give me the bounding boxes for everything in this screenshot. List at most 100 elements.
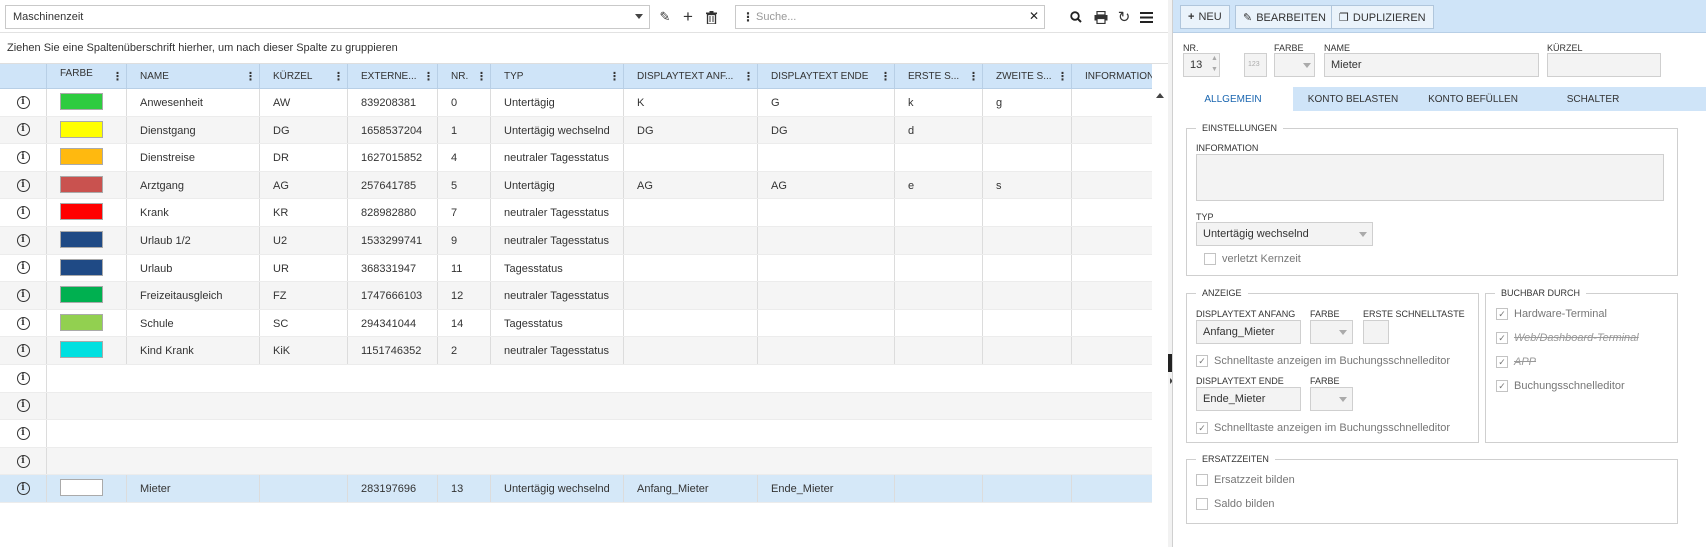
search-button[interactable] bbox=[1064, 5, 1088, 29]
row-info-cell[interactable]: i bbox=[0, 226, 47, 254]
column-menu-icon[interactable]: ⋮ bbox=[743, 70, 754, 83]
search-field[interactable]: ⋮ Suche... ✕ bbox=[735, 5, 1045, 29]
web-terminal-checkbox[interactable]: ✓ Web/Dashboard-Terminal bbox=[1496, 332, 1639, 344]
row-info-cell[interactable]: i bbox=[0, 171, 47, 199]
row-info-cell[interactable]: i bbox=[0, 337, 47, 364]
column-menu-icon[interactable]: ⋮ bbox=[880, 70, 891, 83]
stepper-down-icon[interactable]: ▼ bbox=[1211, 66, 1218, 73]
schnelltaste-anzeigen2-checkbox[interactable]: ✓ Schnelltaste anzeigen im Buchungsschne… bbox=[1196, 422, 1450, 434]
table-row[interactable]: i Urlaub UR 368331947 11 Tagesstatus bbox=[0, 254, 1152, 283]
displaytext-anfang-field[interactable]: Anfang_Mieter bbox=[1196, 320, 1301, 344]
anzeige-farbe-picker[interactable] bbox=[1310, 320, 1353, 344]
column-header-zweite[interactable]: Zweite S... ⋮ bbox=[983, 64, 1072, 88]
view-select[interactable]: Maschinenzeit bbox=[5, 5, 650, 29]
column-header-information[interactable]: Information bbox=[1072, 64, 1152, 88]
duplicate-button[interactable]: ❐ Duplizieren bbox=[1331, 5, 1434, 29]
kuerzel-field[interactable] bbox=[1547, 53, 1661, 77]
row-info-cell[interactable]: i bbox=[0, 116, 47, 144]
table-row[interactable]: i Krank KR 828982880 7 neutraler Tagesstatus bbox=[0, 199, 1152, 227]
column-header-kuerzel[interactable]: Kürzel ⋮ bbox=[260, 64, 348, 88]
menu-button[interactable] bbox=[1134, 5, 1158, 29]
column-menu-icon[interactable]: ⋮ bbox=[333, 70, 344, 83]
table-row[interactable]: i Arztgang AG 257641785 5 Untertägig AG AG e s bbox=[0, 171, 1152, 200]
table-row[interactable]: i Kind Krank KiK 1151746352 2 neutraler Tages… bbox=[0, 337, 1152, 365]
row-info-cell[interactable]: i bbox=[0, 89, 47, 116]
kernzeit-checkbox[interactable]: verletzt Kernzeit bbox=[1204, 253, 1301, 265]
ersatzzeit-bilden-checkbox[interactable]: Ersatzzeit bilden bbox=[1196, 474, 1295, 486]
info-icon[interactable]: i bbox=[16, 206, 30, 220]
column-header-name[interactable]: Name ⋮ bbox=[127, 64, 260, 88]
table-row[interactable]: i Dienstgang DG 1658537204 1 Untertägig wechs… bbox=[0, 116, 1152, 145]
info-icon[interactable]: i bbox=[16, 178, 30, 192]
info-icon[interactable]: i bbox=[16, 426, 30, 440]
column-header-ende[interactable]: Displaytext Ende ⋮ bbox=[758, 64, 895, 88]
table-row[interactable]: i Urlaub 1/2 U2 1533299741 9 neutraler Tagess… bbox=[0, 226, 1152, 255]
table-row[interactable]: i Mieter 283197696 13 Untertägig wechselnd An… bbox=[0, 475, 1152, 503]
column-menu-icon[interactable]: ⋮ bbox=[609, 70, 620, 83]
row-info-cell[interactable]: i bbox=[0, 475, 47, 502]
scroll-up-icon[interactable] bbox=[1156, 93, 1164, 98]
tab-allgemein[interactable]: Allgemein bbox=[1173, 87, 1293, 111]
row-info-cell[interactable]: i bbox=[0, 282, 47, 309]
anzeige-farbe2-picker[interactable] bbox=[1310, 387, 1353, 411]
print-button[interactable] bbox=[1089, 5, 1113, 29]
column-header-farbe[interactable]: Farbe ⋮ bbox=[47, 64, 127, 88]
table-row[interactable]: i bbox=[0, 447, 1152, 476]
tab-konto-belasten[interactable]: Konto belasten bbox=[1293, 87, 1413, 111]
typ-select[interactable]: Untertägig wechselnd bbox=[1196, 222, 1373, 246]
row-info-cell[interactable]: i bbox=[0, 447, 47, 475]
column-header-typ[interactable]: Typ ⋮ bbox=[491, 64, 624, 88]
search-options-icon[interactable]: ⋮ bbox=[742, 10, 754, 24]
information-field[interactable] bbox=[1196, 154, 1664, 201]
hardware-terminal-checkbox[interactable]: ✓ Hardware-Terminal bbox=[1496, 308, 1607, 320]
clear-icon[interactable]: ✕ bbox=[1029, 9, 1039, 23]
table-row[interactable]: i Schule SC 294341044 14 Tagesstatus bbox=[0, 309, 1152, 338]
row-info-cell[interactable]: i bbox=[0, 420, 47, 447]
column-menu-icon[interactable]: ⋮ bbox=[245, 70, 256, 83]
displaytext-ende-field[interactable]: Ende_Mieter bbox=[1196, 387, 1301, 411]
row-info-cell[interactable]: i bbox=[0, 309, 47, 337]
info-icon[interactable]: i bbox=[16, 454, 30, 468]
farbe-picker[interactable] bbox=[1274, 53, 1315, 77]
row-info-cell[interactable]: i bbox=[0, 364, 47, 392]
vertical-scrollbar[interactable] bbox=[1152, 89, 1168, 509]
info-icon[interactable]: i bbox=[16, 123, 30, 137]
refresh-button[interactable]: ↻ bbox=[1112, 5, 1136, 29]
info-icon[interactable]: i bbox=[16, 482, 30, 496]
name-field[interactable]: Mieter bbox=[1324, 53, 1539, 77]
edit-view-button[interactable]: ✎ bbox=[653, 5, 677, 29]
column-header-extern[interactable]: Externe... ⋮ bbox=[348, 64, 438, 88]
column-header-nr[interactable]: Nr. ⋮ bbox=[438, 64, 491, 88]
saldo-bilden-checkbox[interactable]: Saldo bilden bbox=[1196, 498, 1275, 510]
info-icon[interactable]: i bbox=[16, 233, 30, 247]
edit-button[interactable]: ✎ Bearbeiten bbox=[1235, 5, 1334, 29]
column-menu-icon[interactable]: ⋮ bbox=[968, 70, 979, 83]
delete-view-button[interactable] bbox=[699, 5, 723, 29]
row-info-cell[interactable]: i bbox=[0, 144, 47, 171]
table-row[interactable]: i Anwesenheit AW 839208381 0 Untertägig K Gk g bbox=[0, 89, 1152, 117]
add-view-button[interactable]: + bbox=[676, 5, 700, 29]
column-menu-icon[interactable]: ⋮ bbox=[1057, 70, 1068, 83]
table-row[interactable]: i bbox=[0, 364, 1152, 393]
new-button[interactable]: + Neu bbox=[1180, 5, 1230, 29]
column-header-info[interactable] bbox=[0, 64, 47, 88]
erste-schnelltaste-field[interactable] bbox=[1363, 320, 1389, 344]
column-header-anfang[interactable]: Displaytext Anf... ⋮ bbox=[624, 64, 758, 88]
table-row[interactable]: i bbox=[0, 420, 1152, 448]
group-by-hint[interactable]: Ziehen Sie eine Spaltenüberschrift hierh… bbox=[0, 33, 1168, 64]
buchungsschnelleditor-checkbox[interactable]: ✓ Buchungsschnelleditor bbox=[1496, 380, 1625, 392]
info-icon[interactable]: i bbox=[16, 95, 30, 109]
column-menu-icon[interactable]: ⋮ bbox=[112, 70, 123, 83]
row-info-cell[interactable]: i bbox=[0, 392, 47, 420]
info-icon[interactable]: i bbox=[16, 344, 30, 358]
info-icon[interactable]: i bbox=[16, 150, 30, 164]
column-menu-icon[interactable]: ⋮ bbox=[423, 70, 434, 83]
row-info-cell[interactable]: i bbox=[0, 199, 47, 226]
info-icon[interactable]: i bbox=[16, 288, 30, 302]
info-icon[interactable]: i bbox=[16, 261, 30, 275]
table-row[interactable]: i bbox=[0, 392, 1152, 421]
table-row[interactable]: i Freizeitausgleich FZ 1747666103 12 neutrale… bbox=[0, 282, 1152, 310]
info-icon[interactable]: i bbox=[16, 399, 30, 413]
column-menu-icon[interactable]: ⋮ bbox=[476, 70, 487, 83]
schnelltaste-anzeigen-checkbox[interactable]: ✓ Schnelltaste anzeigen im Buchungsschne… bbox=[1196, 355, 1450, 367]
